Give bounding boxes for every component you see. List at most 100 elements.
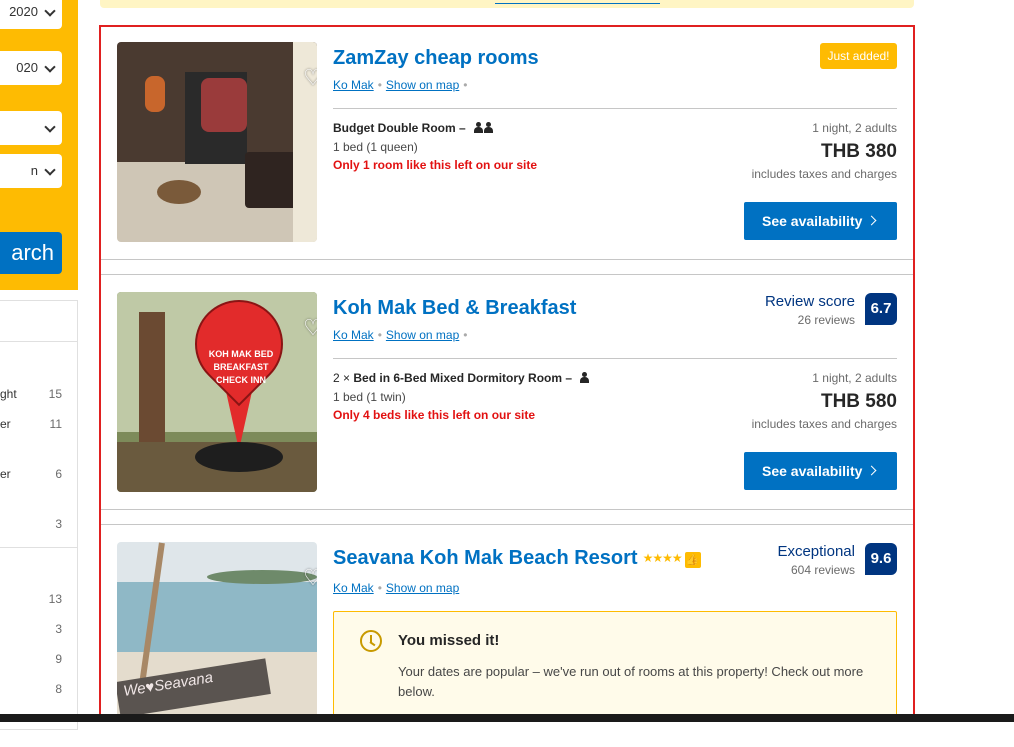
person-icon bbox=[483, 122, 493, 133]
scarcity-message: Only 4 beds like this left on our site bbox=[333, 408, 536, 422]
scarcity-message: Only 1 room like this left on our site bbox=[333, 158, 538, 172]
location-link[interactable]: Ko Mak bbox=[333, 78, 374, 92]
filter-count: 6 bbox=[55, 467, 62, 481]
heart-icon[interactable]: ♡ bbox=[301, 566, 317, 590]
property-photo[interactable]: We♥Seavana ♡ bbox=[117, 542, 317, 720]
review-score-badge[interactable]: 9.6 bbox=[865, 543, 897, 575]
filter-label: ght bbox=[0, 387, 17, 401]
filter-count: 8 bbox=[55, 682, 62, 696]
sold-out-text: Your dates are popular – we've run out o… bbox=[398, 664, 864, 699]
show-on-map-link[interactable]: Show on map bbox=[386, 581, 459, 595]
card-separator bbox=[101, 259, 913, 275]
review-count: 26 reviews bbox=[797, 313, 855, 327]
clock-icon bbox=[360, 630, 382, 652]
property-photo[interactable]: KOH MAK BED BREAKFAST CHECK INN ♡ bbox=[117, 292, 317, 492]
location-line: Ko Mak • Show on map • bbox=[333, 328, 471, 342]
property-photo[interactable]: ♡ bbox=[117, 42, 317, 242]
review-score-badge[interactable]: 6.7 bbox=[865, 293, 897, 325]
thumbs-up-icon[interactable]: 👍 bbox=[684, 552, 701, 568]
chevron-down-icon bbox=[44, 61, 56, 73]
room-quantity: 2 × bbox=[333, 371, 351, 385]
photo-sign-text: KOH MAK BED BREAKFAST CHECK INN bbox=[208, 349, 274, 385]
filter-count: 13 bbox=[48, 592, 62, 606]
property-card: KOH MAK BED BREAKFAST CHECK INN ♡ Koh Ma… bbox=[101, 277, 913, 509]
review-count: 604 reviews bbox=[790, 563, 855, 577]
guests-select[interactable] bbox=[0, 111, 62, 145]
separator-dot: • bbox=[463, 328, 468, 342]
property-card: ♡ ZamZay cheap rooms Just added! Ko Mak •… bbox=[101, 27, 913, 259]
filter-divider bbox=[0, 341, 78, 342]
button-label: See availability bbox=[762, 463, 863, 479]
location-link[interactable]: Ko Mak bbox=[333, 328, 374, 342]
location-line: Ko Mak • Show on map • bbox=[333, 78, 471, 92]
room-name[interactable]: 2 × Bed in 6-Bed Mixed Dormitory Room – bbox=[333, 371, 590, 385]
filter-count: 9 bbox=[55, 652, 62, 666]
sold-out-title: You missed it! bbox=[398, 632, 500, 649]
stay-details: 1 night, 2 adults bbox=[812, 121, 897, 135]
card-divider bbox=[333, 108, 897, 109]
location-line: Ko Mak • Show on map bbox=[333, 581, 459, 595]
select-value: n bbox=[30, 163, 38, 178]
room-name-text: Budget Double Room bbox=[333, 121, 456, 135]
filter-label: er bbox=[0, 417, 11, 431]
chevron-down-icon bbox=[44, 121, 56, 133]
price: THB 380 bbox=[820, 141, 897, 162]
select-value: 020 bbox=[16, 60, 38, 75]
property-title[interactable]: ZamZay cheap rooms bbox=[333, 47, 539, 70]
filter-count: 3 bbox=[55, 622, 62, 636]
photo-mask bbox=[145, 76, 165, 112]
room-bed: 1 bed (1 twin) bbox=[333, 390, 406, 404]
show-on-map-link[interactable]: Show on map bbox=[386, 328, 459, 342]
review-score-label: Exceptional bbox=[777, 543, 855, 560]
filter-panel: ght 15 er 11 er 6 3 13 3 9 8 bbox=[0, 300, 78, 730]
room-name[interactable]: Budget Double Room – bbox=[333, 121, 493, 135]
button-label: See availability bbox=[762, 213, 863, 229]
just-added-badge: Just added! bbox=[820, 43, 897, 69]
room-name-text: Bed in 6-Bed Mixed Dormitory Room bbox=[353, 371, 563, 385]
review-score-label: Review score bbox=[764, 293, 855, 310]
notice-link[interactable] bbox=[495, 0, 660, 4]
show-on-map-link[interactable]: Show on map bbox=[386, 78, 459, 92]
rooms-select[interactable]: n bbox=[0, 154, 62, 188]
person-icon bbox=[473, 122, 483, 133]
results-list: ♡ ZamZay cheap rooms Just added! Ko Mak•… bbox=[99, 25, 915, 722]
property-title-text: Seavana Koh Mak Beach Resort bbox=[333, 547, 638, 569]
checkin-year-select[interactable]: 2020 bbox=[0, 0, 62, 29]
checkout-year-select[interactable]: 020 bbox=[0, 51, 62, 85]
see-availability-button[interactable]: See availability bbox=[744, 202, 897, 240]
separator-dot: • bbox=[377, 581, 382, 595]
card-divider bbox=[333, 358, 897, 359]
photo-pot bbox=[157, 180, 201, 204]
property-title[interactable]: Koh Mak Bed & Breakfast bbox=[333, 297, 576, 320]
chevron-right-icon bbox=[866, 465, 877, 476]
chevron-down-icon bbox=[44, 5, 56, 17]
photo-poster bbox=[201, 78, 247, 132]
sold-out-notice: You missed it! Your dates are popular – … bbox=[333, 611, 897, 720]
heart-icon[interactable]: ♡ bbox=[301, 66, 317, 90]
chevron-down-icon bbox=[44, 164, 56, 176]
filter-divider bbox=[0, 547, 78, 548]
taxes-note: includes taxes and charges bbox=[751, 167, 897, 181]
bottom-bar bbox=[0, 714, 1014, 722]
person-icon bbox=[579, 372, 590, 383]
search-button[interactable]: arch bbox=[0, 232, 62, 274]
heart-icon[interactable]: ♡ bbox=[301, 316, 317, 340]
search-panel: 2020 020 n arch bbox=[0, 0, 78, 290]
star-rating-icon: ★★★★ bbox=[642, 551, 683, 565]
separator-dot: • bbox=[463, 78, 468, 92]
filter-count: 3 bbox=[55, 517, 62, 531]
card-separator bbox=[101, 509, 913, 525]
see-availability-button[interactable]: See availability bbox=[744, 452, 897, 490]
room-bed: 1 bed (1 queen) bbox=[333, 140, 418, 154]
location-link[interactable]: Ko Mak bbox=[333, 581, 374, 595]
filter-count: 15 bbox=[48, 387, 62, 401]
taxes-note: includes taxes and charges bbox=[751, 417, 897, 431]
separator-dot: • bbox=[377, 328, 382, 342]
price: THB 580 bbox=[820, 391, 897, 412]
property-title[interactable]: Seavana Koh Mak Beach Resort ★★★★ 👍 bbox=[333, 547, 701, 570]
photo-sign-base bbox=[195, 442, 283, 472]
filter-count: 11 bbox=[49, 417, 62, 431]
filter-label: er bbox=[0, 467, 11, 481]
stay-details: 1 night, 2 adults bbox=[812, 371, 897, 385]
select-value: 2020 bbox=[9, 4, 38, 19]
